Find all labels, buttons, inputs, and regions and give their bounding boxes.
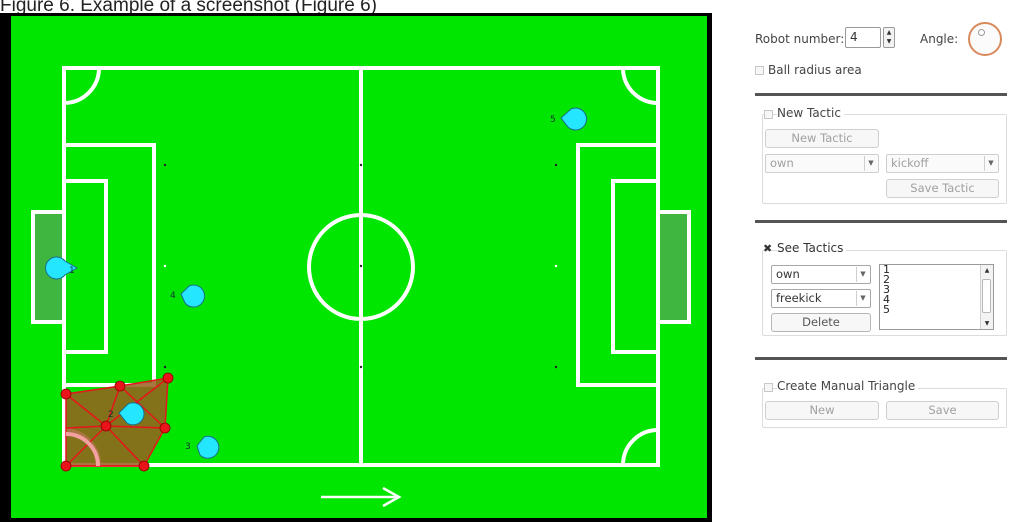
new-tactic-group-label: New Tactic — [777, 106, 844, 120]
robot-label: 1 — [69, 266, 75, 276]
select-value: own — [770, 156, 794, 170]
separator — [755, 93, 1007, 96]
manual-triangle-group-label: Create Manual Triangle — [777, 379, 919, 393]
scroll-up-icon[interactable]: ▲ — [981, 267, 993, 274]
angle-dial[interactable] — [968, 22, 1002, 56]
list-scrollbar[interactable]: ▲ ▼ — [980, 265, 993, 329]
see-tactics-side-select[interactable]: own ▼ — [771, 265, 871, 284]
robot-label: 5 — [550, 115, 556, 125]
delete-tactic-button[interactable]: Delete — [771, 313, 871, 332]
select-value: kickoff — [891, 156, 929, 170]
see-tactics-group-label: See Tactics — [777, 241, 847, 255]
save-tactic-button[interactable]: Save Tactic — [886, 179, 999, 198]
robot-label: 4 — [170, 291, 176, 301]
new-tactic-checkbox[interactable] — [764, 110, 773, 119]
chevron-down-icon: ▼ — [984, 156, 997, 171]
select-value: freekick — [776, 291, 822, 305]
separator — [755, 220, 1007, 223]
new-triangle-button[interactable]: New — [765, 401, 879, 420]
see-tactics-checkbox-checked[interactable]: ✖ — [763, 243, 772, 254]
list-item[interactable]: 2 — [880, 274, 993, 285]
scroll-thumb[interactable] — [982, 279, 991, 313]
ball-radius-label: Ball radius area — [768, 63, 862, 77]
robot-number-spinbox[interactable]: 4 — [845, 27, 881, 48]
separator — [755, 357, 1007, 360]
robot-label: 2 — [108, 410, 114, 420]
tactic-list[interactable]: 1 2 3 4 5 ▲ ▼ — [879, 264, 994, 330]
dial-knob-icon — [978, 29, 985, 36]
soccer-field[interactable]: 1 4 5 2 3 — [11, 16, 707, 518]
field-frame: 1 4 5 2 3 — [0, 13, 712, 522]
chevron-down-icon: ▼ — [856, 291, 869, 306]
list-item[interactable]: 5 — [880, 304, 993, 315]
list-item[interactable]: 1 — [880, 265, 993, 275]
chevron-down-icon: ▼ — [864, 156, 877, 171]
robot-label: 3 — [185, 442, 191, 452]
see-tactics-mode-select[interactable]: freekick ▼ — [771, 289, 871, 308]
select-value: own — [776, 267, 800, 281]
new-tactic-mode-select[interactable]: kickoff ▼ — [886, 154, 999, 173]
chevron-down-icon: ▼ — [856, 267, 869, 282]
new-tactic-button[interactable]: New Tactic — [765, 129, 879, 148]
angle-label: Angle: — [920, 32, 959, 46]
save-triangle-button[interactable]: Save — [886, 401, 999, 420]
robot-number-label: Robot number: — [755, 32, 845, 46]
control-panel: Robot number: 4 ▲ ▼ Angle: Ball radius ar… — [755, 0, 1010, 522]
robot-number-stepper[interactable]: ▲ ▼ — [883, 27, 895, 48]
manual-triangle-checkbox[interactable] — [764, 383, 773, 392]
list-item[interactable]: 3 — [880, 284, 993, 295]
new-tactic-side-select[interactable]: own ▼ — [765, 154, 879, 173]
list-item[interactable]: 4 — [880, 294, 993, 305]
scroll-down-icon[interactable]: ▼ — [981, 320, 993, 327]
ball-radius-checkbox[interactable] — [755, 66, 764, 75]
right-goal — [656, 210, 691, 324]
